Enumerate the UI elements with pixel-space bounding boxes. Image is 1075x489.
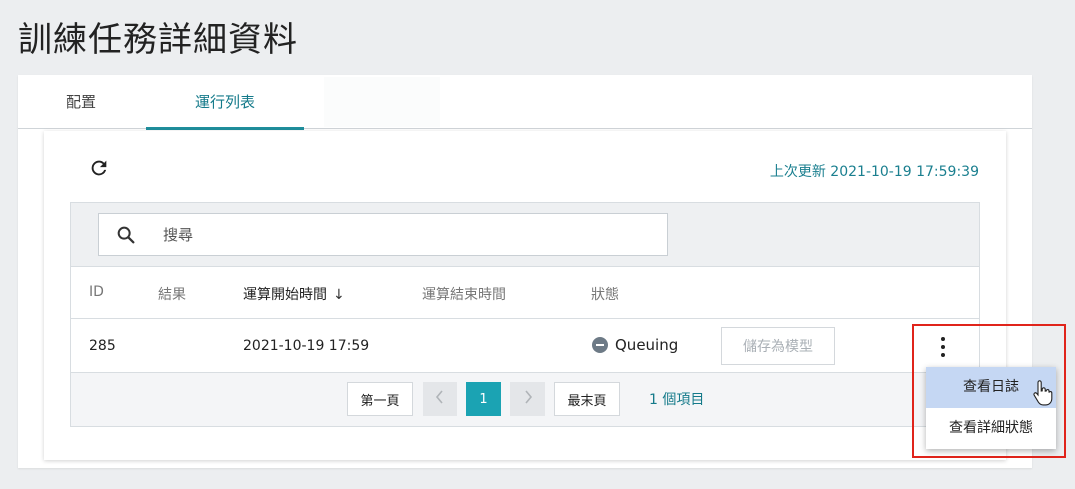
page-1-button[interactable]: 1 — [466, 382, 501, 416]
pagination: 第一頁 1 最末頁 1 個項目 — [71, 373, 979, 426]
cell-id: 285 — [89, 338, 116, 354]
tabs-card: 配置 運行列表 上次更新 2021-10-19 17:59:39 I — [18, 75, 1032, 468]
queuing-status-icon — [592, 337, 608, 353]
sort-descending-icon: ↓ — [333, 287, 345, 303]
column-header-result[interactable]: 結果 — [158, 284, 186, 304]
runs-table: ID 結果 運算開始時間 ↓ 運算結束時間 狀態 285 2021-10-19 1… — [70, 202, 980, 427]
last-updated-text: 上次更新 2021-10-19 17:59:39 — [769, 164, 979, 180]
refresh-button[interactable] — [88, 157, 110, 179]
previous-page-button[interactable] — [423, 382, 457, 416]
page-title: 訓練任務詳細資料 — [18, 20, 298, 60]
column-header-id[interactable]: ID — [89, 284, 104, 300]
next-page-button[interactable] — [510, 382, 545, 416]
first-page-button[interactable]: 第一頁 — [347, 382, 413, 416]
tab-run-list[interactable]: 運行列表 — [146, 75, 304, 130]
column-header-status[interactable]: 狀態 — [591, 284, 619, 304]
refresh-icon — [91, 160, 107, 176]
search-input[interactable] — [163, 214, 653, 255]
cell-start-time: 2021-10-19 17:59 — [243, 338, 370, 354]
column-header-end-time[interactable]: 運算結束時間 — [422, 284, 506, 304]
chevron-left-icon — [435, 390, 443, 404]
save-as-model-button[interactable]: 儲存為模型 — [721, 327, 835, 365]
column-header-start-time[interactable]: 運算開始時間 ↓ — [243, 284, 345, 304]
table-header: ID 結果 運算開始時間 ↓ 運算結束時間 狀態 — [71, 267, 979, 319]
run-list-panel: 上次更新 2021-10-19 17:59:39 ID 結果 運算開始時間 ↓ 運… — [44, 131, 1006, 460]
search-box[interactable] — [98, 213, 668, 256]
tab-placeholder — [324, 77, 440, 127]
search-area — [71, 203, 979, 267]
menu-item-view-status-details[interactable]: 查看詳細狀態 — [926, 408, 1056, 449]
item-count: 1 個項目 — [649, 392, 705, 408]
tab-bar: 配置 運行列表 — [18, 75, 1032, 130]
last-page-button[interactable]: 最末頁 — [554, 382, 620, 416]
tab-config[interactable]: 配置 — [46, 75, 116, 129]
hand-pointer-icon — [1033, 380, 1053, 406]
chevron-right-icon — [524, 390, 532, 404]
table-row: 285 2021-10-19 17:59 Queuing 儲存為模型 — [71, 319, 979, 373]
search-icon — [117, 226, 135, 244]
column-header-start-time-label: 運算開始時間 — [243, 287, 327, 303]
cell-status: Queuing — [615, 336, 679, 354]
